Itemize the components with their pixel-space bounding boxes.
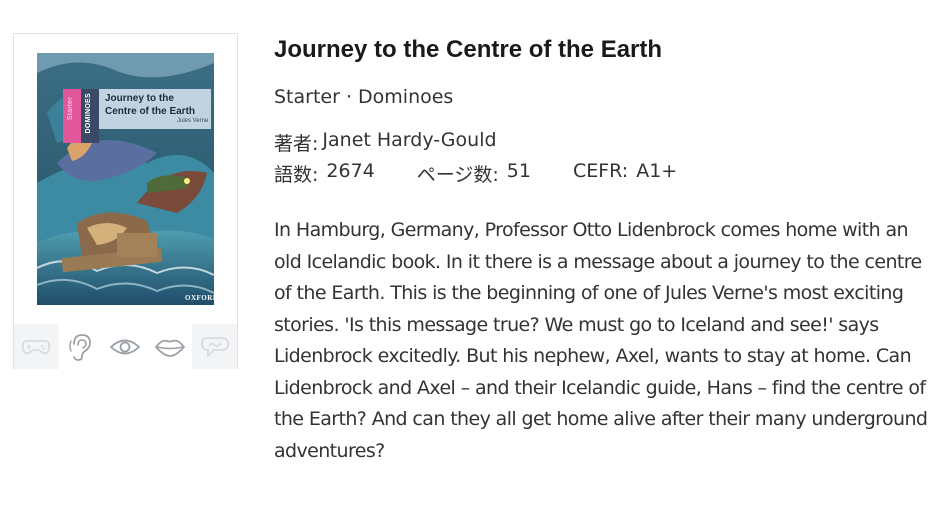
author-label: 著者: [274, 133, 319, 155]
word-count-label: 語数: [274, 164, 319, 186]
cefr-value: A1+ [636, 160, 678, 182]
speech-bubble-icon [200, 336, 229, 358]
cover-level-label: Starter [67, 97, 74, 121]
pages-label: ページ数: [416, 164, 499, 186]
book-cover-image[interactable]: Starter DOMINOES Journey to the Centre o… [37, 53, 214, 305]
word-count-value: 2674 [326, 160, 375, 182]
book-stats-line: 語数: 2674 ページ数: 51 CEFR: A1+ [274, 160, 719, 187]
skills-bar [14, 324, 237, 369]
pages-value: 51 [506, 160, 531, 182]
skill-reading [103, 324, 148, 369]
eye-icon [110, 339, 141, 354]
cover-series-label: DOMINOES [85, 93, 92, 134]
book-description: In Hamburg, Germany, Professor Otto Lide… [274, 219, 928, 462]
book-title: Journey to the Centre of the Earth [274, 36, 663, 63]
skill-speaking [147, 324, 193, 369]
cefr-stat: CEFR: A1+ [573, 160, 677, 187]
author-name: Janet Hardy-Gould [322, 129, 497, 151]
cefr-label: CEFR: [572, 160, 629, 182]
ear-icon [69, 333, 91, 361]
word-count-stat: 語数: 2674 [274, 160, 375, 187]
pages-stat: ページ数: 51 [417, 160, 531, 187]
series-level-line: Starter · Dominoes [274, 86, 454, 108]
gamepad-icon [22, 339, 51, 354]
author-line: 著者: Janet Hardy-Gould [274, 129, 497, 156]
skill-game [14, 324, 59, 369]
lips-icon [154, 339, 186, 357]
cover-author: Jules Verne [177, 118, 209, 124]
book-cover-card: Starter DOMINOES Journey to the Centre o… [13, 33, 238, 369]
skill-conversation [192, 324, 237, 369]
skill-listening [58, 324, 104, 369]
cover-publisher-logo: OXFORD [185, 294, 214, 302]
